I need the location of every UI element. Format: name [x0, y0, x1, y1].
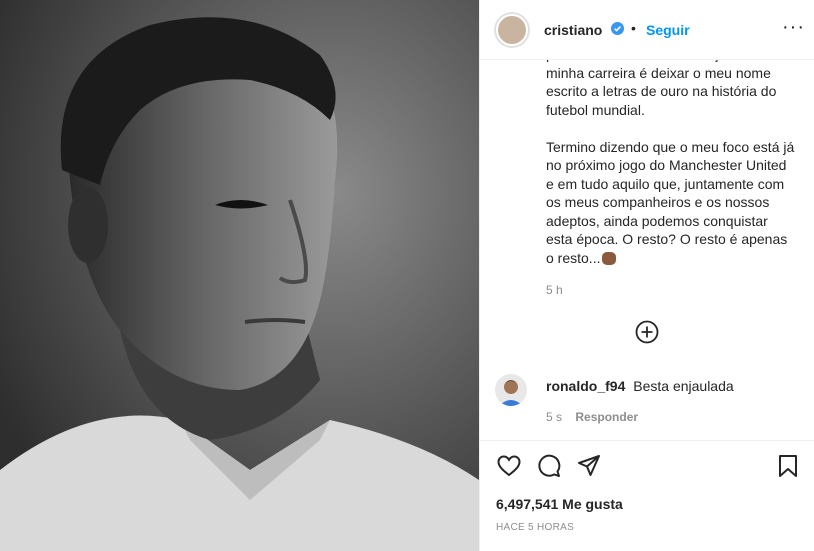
- post-caption: profissionais. A maior ambição da minha …: [546, 60, 796, 267]
- caption-paragraph: Termino dizendo que o meu foco está já n…: [546, 138, 795, 266]
- reply-button[interactable]: Responder: [575, 410, 638, 424]
- commenter-avatar[interactable]: [495, 374, 527, 406]
- more-options-icon[interactable]: ···: [782, 16, 805, 39]
- author-avatar[interactable]: [494, 12, 530, 48]
- bookmark-icon[interactable]: [775, 453, 801, 479]
- comment-timestamp[interactable]: 5 s: [546, 410, 562, 424]
- separator-dot: •: [631, 20, 636, 36]
- verified-badge-icon: [611, 22, 624, 35]
- post-details-panel: cristiano • Seguir ··· profissionais. A …: [479, 0, 814, 551]
- commenter-username[interactable]: ronaldo_f94: [546, 378, 625, 394]
- post-header: cristiano • Seguir ···: [480, 0, 814, 60]
- heart-icon[interactable]: [496, 453, 522, 479]
- share-icon[interactable]: [576, 453, 602, 479]
- follow-button[interactable]: Seguir: [646, 22, 690, 38]
- like-count[interactable]: 6,497,541 Me gusta: [496, 496, 623, 512]
- caption-paragraph: profissionais. A maior ambição da minha …: [546, 60, 777, 118]
- plus-circle-icon[interactable]: [635, 320, 659, 344]
- comment-text: Besta enjaulada: [633, 378, 734, 394]
- comment-item: ronaldo_f94 Besta enjaulada: [546, 378, 734, 394]
- comments-scroll-area[interactable]: profissionais. A maior ambição da minha …: [480, 60, 814, 440]
- post-timestamp[interactable]: HACE 5 HORAS: [496, 522, 574, 533]
- caption-timestamp[interactable]: 5 h: [546, 283, 563, 297]
- post-photo[interactable]: [0, 0, 479, 551]
- author-username[interactable]: cristiano: [544, 22, 602, 38]
- post-actions: 6,497,541 Me gusta HACE 5 HORAS: [480, 440, 814, 551]
- comment-icon[interactable]: [536, 453, 562, 479]
- portrait-image: [0, 0, 479, 551]
- comment-meta: 5 s Responder: [546, 410, 638, 424]
- fist-emoji-icon: [602, 251, 617, 265]
